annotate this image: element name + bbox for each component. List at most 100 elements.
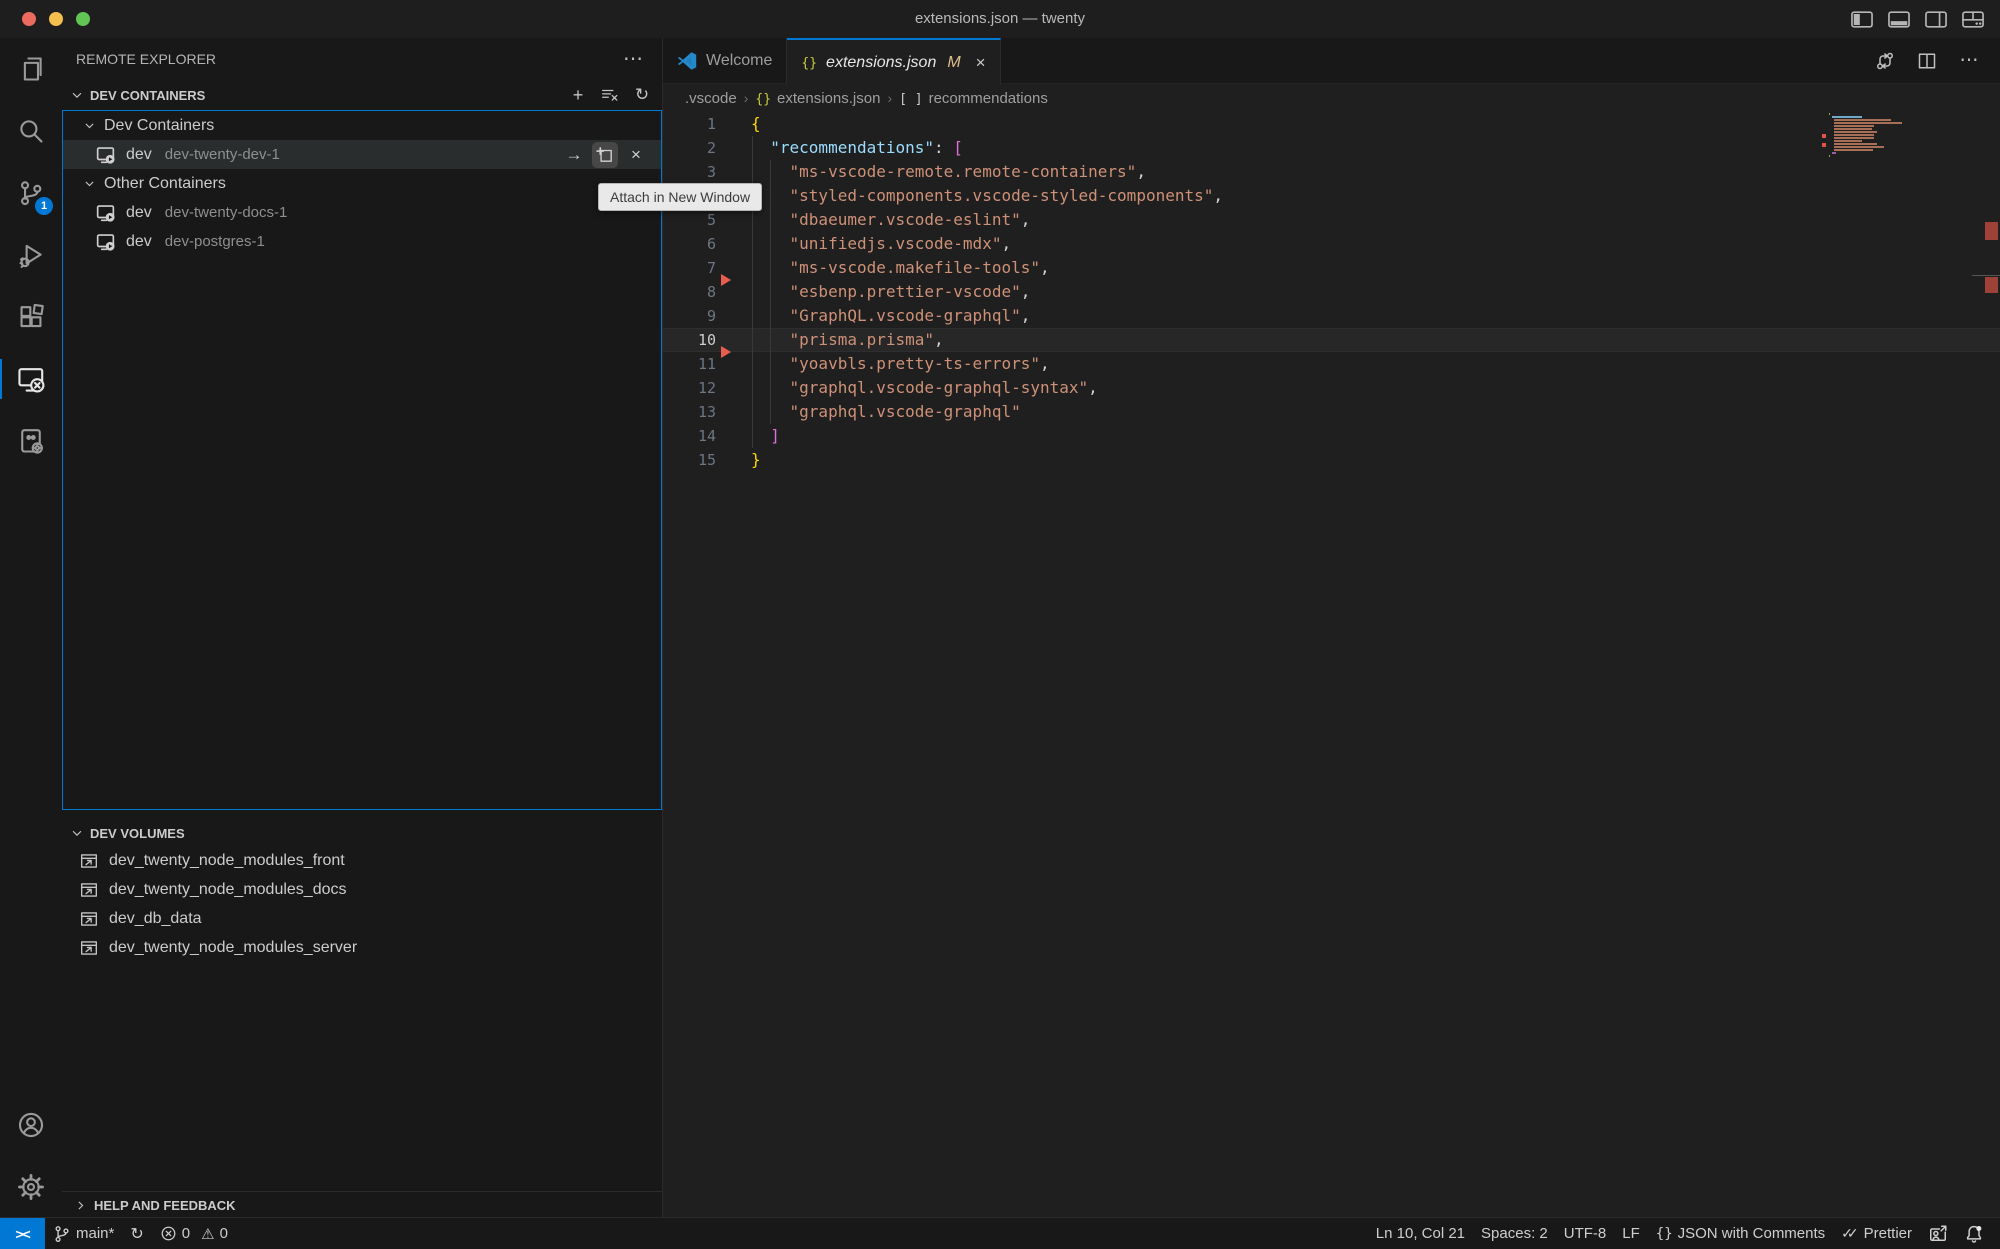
tab-welcome[interactable]: Welcome [663, 38, 787, 84]
code-line-text: "styled-components.vscode-styled-compone… [751, 184, 1223, 208]
clean-up-button[interactable] [600, 85, 620, 105]
code-line[interactable]: 15} [663, 448, 2000, 472]
code-line[interactable]: 6 "unifiedjs.vscode-mdx", [663, 232, 2000, 256]
files-icon [17, 55, 45, 83]
dev-volumes-section-header[interactable]: DEV VOLUMES [62, 820, 662, 846]
activity-item-explorer[interactable] [0, 38, 62, 100]
code-line-text: } [751, 448, 761, 472]
code-token: "prisma.prisma" [790, 330, 935, 349]
close-icon[interactable]: × [976, 53, 986, 73]
indent-guide [770, 160, 771, 184]
volume-item[interactable]: dev_twenty_node_modules_docs [62, 875, 662, 904]
open-changes-button[interactable] [1874, 50, 1896, 72]
code-token: "graphql.vscode-graphql-syntax" [790, 378, 1089, 397]
breadcrumb: .vscode›{}extensions.json›[ ]recommendat… [663, 84, 2000, 112]
indent-guide [752, 352, 753, 376]
breadcrumb-item[interactable]: .vscode [685, 90, 737, 107]
activity-item-run-debug[interactable] [0, 224, 62, 286]
status-feedback[interactable] [1920, 1218, 1956, 1249]
status-formatter[interactable]: ✓✓Prettier [1833, 1218, 1920, 1249]
toggle-secondary-sidebar-button[interactable] [1925, 8, 1947, 30]
status-problems[interactable]: 0⚠0 [152, 1218, 236, 1249]
indent-guide [770, 208, 771, 232]
code-line[interactable]: 10 "prisma.prisma", [663, 328, 2000, 352]
attach-new-window-button[interactable] [592, 142, 618, 168]
split-editor-button[interactable] [1916, 50, 1938, 72]
status-eol[interactable]: LF [1614, 1218, 1648, 1249]
code-line[interactable]: 5 "dbaeumer.vscode-eslint", [663, 208, 2000, 232]
container-tree-item[interactable]: devdev-twenty-dev-1→× [63, 140, 661, 169]
dev-containers-section-label: DEV CONTAINERS [90, 88, 205, 103]
source-control-badge: 1 [35, 197, 53, 215]
code-token: "styled-components.vscode-styled-compone… [790, 186, 1214, 205]
more-actions-icon[interactable]: ⋯ [623, 54, 644, 64]
code-token: , [1001, 234, 1011, 253]
activity-item-settings[interactable] [0, 1156, 62, 1218]
indent-spaces [751, 426, 770, 445]
code-line[interactable]: 4 "styled-components.vscode-styled-compo… [663, 184, 2000, 208]
activity-item-search[interactable] [0, 100, 62, 162]
error-icon [160, 1225, 177, 1242]
activity-item-accounts[interactable] [0, 1094, 62, 1156]
help-and-feedback-section-header[interactable]: HELP AND FEEDBACK [62, 1191, 662, 1218]
status-notifications[interactable] [1956, 1218, 1992, 1249]
code-line[interactable]: 13 "graphql.vscode-graphql" [663, 400, 2000, 424]
code-line[interactable]: 8 "esbenp.prettier-vscode", [663, 280, 2000, 304]
add-button[interactable]: + [568, 85, 588, 105]
minimap-line [1834, 134, 1874, 136]
container-name: dev [126, 204, 152, 222]
indent-guide [752, 136, 753, 160]
code-line[interactable]: 11 "yoavbls.pretty-ts-errors", [663, 352, 2000, 376]
breadcrumb-item[interactable]: [ ]recommendations [899, 90, 1048, 107]
minimap-line [1834, 122, 1902, 124]
toggle-panel-button[interactable] [1888, 8, 1910, 30]
indent-guide [752, 424, 753, 448]
minimap[interactable] [1829, 113, 1969, 158]
refresh-button[interactable]: ↻ [632, 85, 652, 105]
container-tree-item[interactable]: devdev-postgres-1 [63, 227, 661, 256]
tree-group-row[interactable]: Dev Containers [63, 111, 661, 140]
breadcrumb-item[interactable]: {}extensions.json [755, 90, 880, 107]
activity-bar: 1 [0, 38, 63, 1218]
json-braces-icon: {} [801, 54, 817, 72]
code-line[interactable]: 12 "graphql.vscode-graphql-syntax", [663, 376, 2000, 400]
more-actions-button[interactable]: ⋯ [1958, 50, 1980, 72]
container-icon [96, 145, 115, 164]
status-branch[interactable]: main* [45, 1218, 122, 1249]
stop-button[interactable]: × [623, 142, 649, 168]
activity-item-containers[interactable] [0, 410, 62, 472]
status-indentation[interactable]: Spaces: 2 [1473, 1218, 1556, 1249]
code-editor[interactable]: 1{2 "recommendations": [3 "ms-vscode-rem… [663, 112, 2000, 1218]
volume-item[interactable]: dev_db_data [62, 904, 662, 933]
customize-layout-button[interactable] [1962, 8, 1984, 30]
line-number: 11 [663, 352, 716, 376]
activity-item-remote-explorer[interactable] [0, 348, 62, 410]
git-deleted-marker-icon [721, 274, 731, 286]
remote-indicator-button[interactable]: >< [0, 1218, 45, 1249]
container-description: dev-twenty-docs-1 [165, 204, 288, 221]
status-sync[interactable]: ↻ [122, 1218, 151, 1249]
tree-group-row[interactable]: Other Containers [63, 169, 661, 198]
json-braces-icon: {} [755, 90, 771, 107]
status-cursor-position[interactable]: Ln 10, Col 21 [1368, 1218, 1473, 1249]
attach-button[interactable]: → [561, 142, 587, 168]
toggle-primary-sidebar-button[interactable] [1851, 8, 1873, 30]
tab-extensions-json[interactable]: {}extensions.jsonM× [787, 38, 1000, 85]
code-line[interactable]: 2 "recommendations": [ [663, 136, 2000, 160]
container-tree-item[interactable]: dev dev-twenty-docs-1 [63, 198, 661, 227]
code-line[interactable]: 3 "ms-vscode-remote.remote-containers", [663, 160, 2000, 184]
code-line[interactable]: 9 "GraphQL.vscode-graphql", [663, 304, 2000, 328]
code-line[interactable]: 1{ [663, 112, 2000, 136]
tab-bar: Welcome{}extensions.jsonM× ⋯ [663, 38, 2000, 84]
volume-item[interactable]: dev_twenty_node_modules_front [62, 846, 662, 875]
code-token: "GraphQL.vscode-graphql" [790, 306, 1021, 325]
status-language-mode[interactable]: {}JSON with Comments [1648, 1218, 1833, 1249]
code-line[interactable]: 7 "ms-vscode.makefile-tools", [663, 256, 2000, 280]
gear-icon [17, 1173, 45, 1201]
code-line[interactable]: 14 ] [663, 424, 2000, 448]
volume-item[interactable]: dev_twenty_node_modules_server [62, 933, 662, 962]
activity-item-extensions[interactable] [0, 286, 62, 348]
activity-item-source-control[interactable]: 1 [0, 162, 62, 224]
status-encoding[interactable]: UTF-8 [1556, 1218, 1615, 1249]
dev-containers-section-header[interactable]: DEV CONTAINERS + ↻ [62, 80, 662, 110]
